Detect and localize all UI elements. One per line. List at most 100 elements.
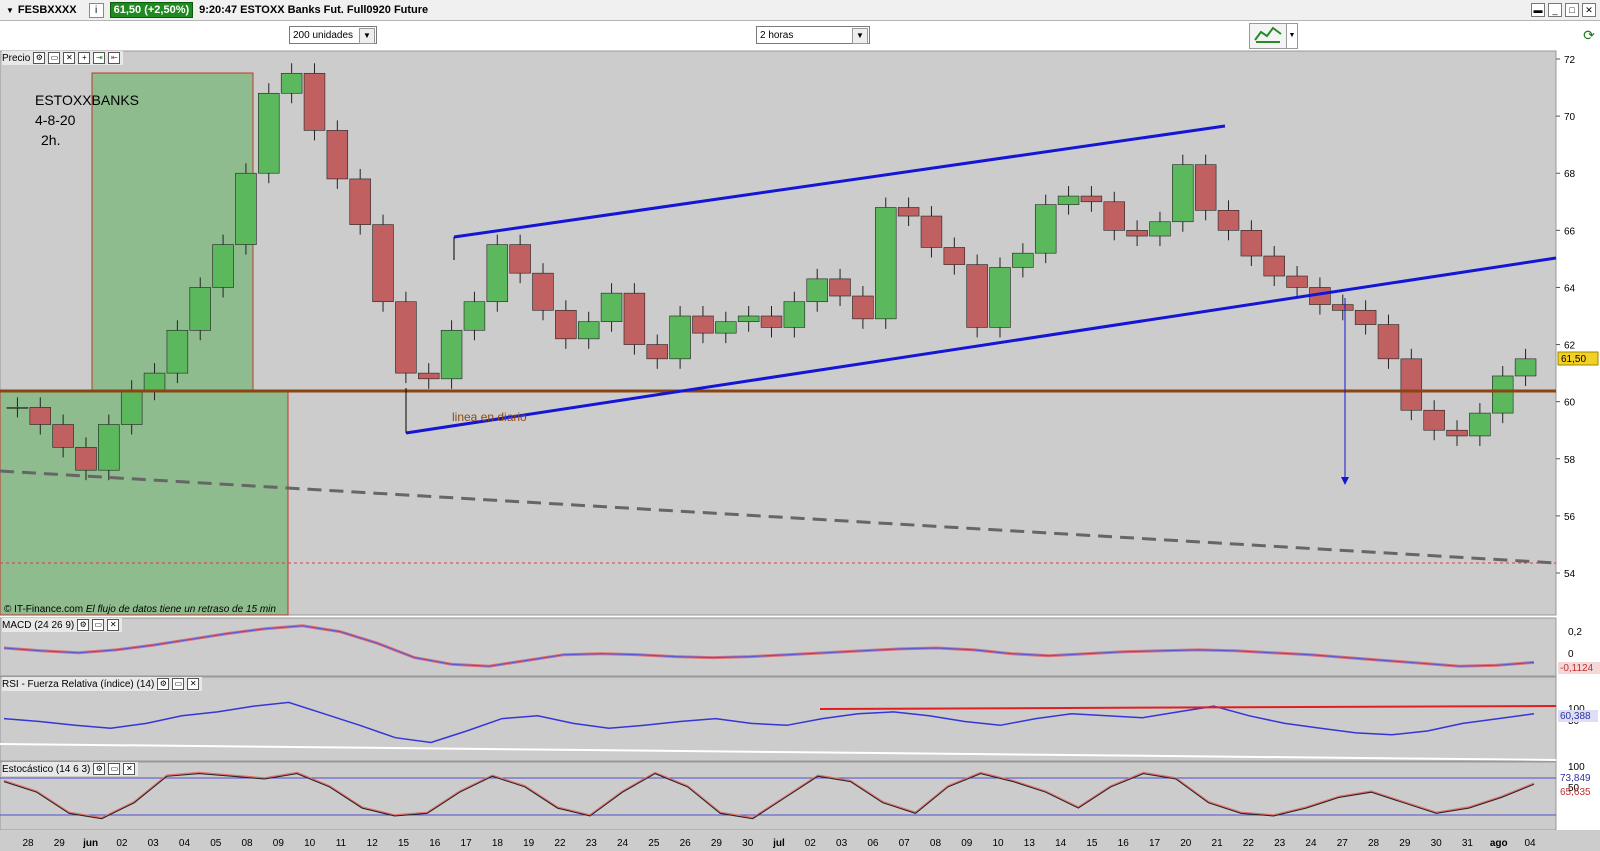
price-tick-label: 64 (1564, 283, 1576, 294)
window-icon[interactable]: ▭ (108, 763, 121, 775)
time-axis-label: 14 (1055, 838, 1067, 849)
time-axis-label: 17 (1149, 838, 1161, 849)
candle-body (189, 287, 211, 331)
stoch-last-d-label: 65,635 (1560, 787, 1591, 798)
time-axis-label: 07 (899, 838, 911, 849)
candle-body (897, 207, 920, 217)
time-axis-label: 21 (1212, 838, 1224, 849)
rsi-panel-header: RSI - Fuerza Relativa (índice) (14) ⚙ ▭ … (2, 677, 203, 691)
timeframe-select-value: 2 horas (760, 30, 794, 41)
price-tick-label: 72 (1564, 55, 1576, 66)
candle-body (1194, 164, 1217, 211)
time-axis-label: 11 (336, 838, 347, 849)
wrench-icon[interactable]: ⚙ (93, 763, 106, 775)
candle-body (532, 272, 554, 311)
close-icon[interactable]: ✕ (107, 619, 120, 631)
close-icon[interactable]: ✕ (63, 52, 76, 64)
price-tick-label: 56 (1564, 512, 1576, 523)
window-icon[interactable]: ▭ (48, 52, 61, 64)
candle-body (577, 321, 600, 340)
window-icon[interactable]: ▭ (92, 619, 105, 631)
timeframe-select[interactable]: 2 horas ▼ (756, 26, 870, 44)
candle-body (989, 267, 1011, 328)
candle-body (326, 130, 349, 180)
price-tick-label: 60 (1564, 398, 1576, 409)
chart-note: ESTOXXBANKS 4-8-20 2h. (35, 90, 139, 150)
rsi-last-label: 60,388 (1560, 711, 1591, 722)
time-axis-label: 29 (1399, 838, 1411, 849)
stoch-panel (0, 761, 1557, 831)
time-axis-label: 06 (867, 838, 879, 849)
note-line-3: 2h. (41, 132, 61, 148)
restore-icon[interactable]: ▬ (1531, 3, 1545, 17)
chevron-down-icon: ▼ (852, 28, 868, 44)
close-icon[interactable]: ✕ (187, 678, 200, 690)
candle-body (783, 301, 806, 328)
price-tick-label: 66 (1564, 226, 1576, 237)
time-axis-label: 12 (367, 838, 379, 849)
dropdown-arrow-icon: ▼ (6, 5, 14, 15)
chart-type-dropdown[interactable]: ▼ (1286, 23, 1298, 49)
candle-body (98, 424, 120, 471)
price-tick-label: 58 (1564, 455, 1576, 466)
candle-body (1057, 195, 1080, 205)
note-line-2: 4-8-20 (35, 112, 76, 128)
time-axis-label: 10 (992, 838, 1004, 849)
candle-body (303, 72, 326, 131)
window-icon[interactable]: ▭ (172, 678, 185, 690)
candle-body (1217, 210, 1240, 231)
candle-body (1423, 409, 1445, 431)
candle-body (440, 329, 463, 380)
candle-body (669, 315, 691, 360)
time-axis-label: 20 (1180, 838, 1192, 849)
chart-area[interactable]: 72 70 68 66 64 62 60 58 56 54 61,50 0,2 0 -0,1124 10 05… (0, 50, 1600, 851)
symbol-menu[interactable]: ▼ FESBXXXX (0, 4, 83, 16)
maximize-icon[interactable]: □ (1565, 3, 1579, 17)
candle-body (692, 315, 714, 334)
refresh-icon[interactable]: ⟳ (1582, 24, 1596, 46)
candle-body (1080, 195, 1103, 203)
time-axis-label: 13 (1024, 838, 1036, 849)
time-axis-label: 24 (617, 838, 629, 849)
macd-panel-title: MACD (24 26 9) (2, 619, 75, 631)
time-axis-label: 08 (930, 838, 942, 849)
wrench-icon[interactable]: ⚙ (77, 619, 90, 631)
macd-panel-header: MACD (24 26 9) ⚙ ▭ ✕ (2, 618, 123, 632)
minimize-icon[interactable]: _ (1548, 3, 1562, 17)
note-line-1: ESTOXXBANKS (35, 92, 140, 108)
time-axis-label: 15 (1086, 838, 1098, 849)
candle-body (1400, 358, 1423, 411)
time-axis-label: 03 (836, 838, 848, 849)
time-axis-label: 23 (1274, 838, 1286, 849)
export-icon[interactable]: ⇥ (93, 52, 106, 64)
candle-body (6, 407, 29, 409)
candle-body (212, 244, 234, 288)
time-axis-label: 02 (116, 838, 128, 849)
time-axis-label: 30 (1431, 838, 1443, 849)
candle-body (1034, 204, 1057, 254)
time-axis-label: 26 (680, 838, 692, 849)
symbol-label: FESBXXXX (17, 4, 77, 16)
close-icon[interactable]: ✕ (1582, 3, 1596, 17)
time-axis-label: 04 (1524, 838, 1536, 849)
candle-body (1103, 201, 1125, 231)
candle-body (966, 264, 988, 328)
candle-body (943, 247, 966, 265)
stoch-last-k-label: 73,849 (1560, 773, 1591, 784)
time-axis-label: jul (772, 838, 785, 849)
wrench-icon[interactable]: ⚙ (157, 678, 170, 690)
candle-body (166, 329, 189, 374)
time-axis-label: 22 (554, 838, 566, 849)
window-title: 9:20:47 ESTOXX Banks Fut. Full0920 Futur… (199, 4, 429, 16)
wrench-icon[interactable]: ⚙ (33, 52, 46, 64)
chart-type-icon (1254, 26, 1282, 43)
info-icon[interactable]: i (88, 2, 104, 18)
time-axis-label: 10 (304, 838, 316, 849)
close-icon[interactable]: ✕ (123, 763, 136, 775)
candle-body (372, 224, 394, 303)
units-select[interactable]: 200 unidades ▼ (289, 26, 377, 44)
chart-type-button[interactable] (1249, 23, 1287, 49)
add-icon[interactable]: + (78, 52, 91, 64)
time-axis-label: 27 (1337, 838, 1349, 849)
import-icon[interactable]: ⇤ (108, 52, 121, 64)
